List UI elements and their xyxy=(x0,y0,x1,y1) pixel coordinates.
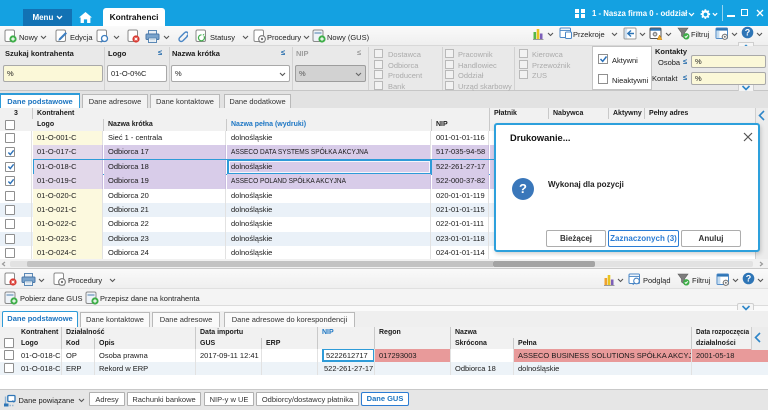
svg-text:?: ? xyxy=(745,28,751,38)
svg-text:?: ? xyxy=(746,274,752,284)
